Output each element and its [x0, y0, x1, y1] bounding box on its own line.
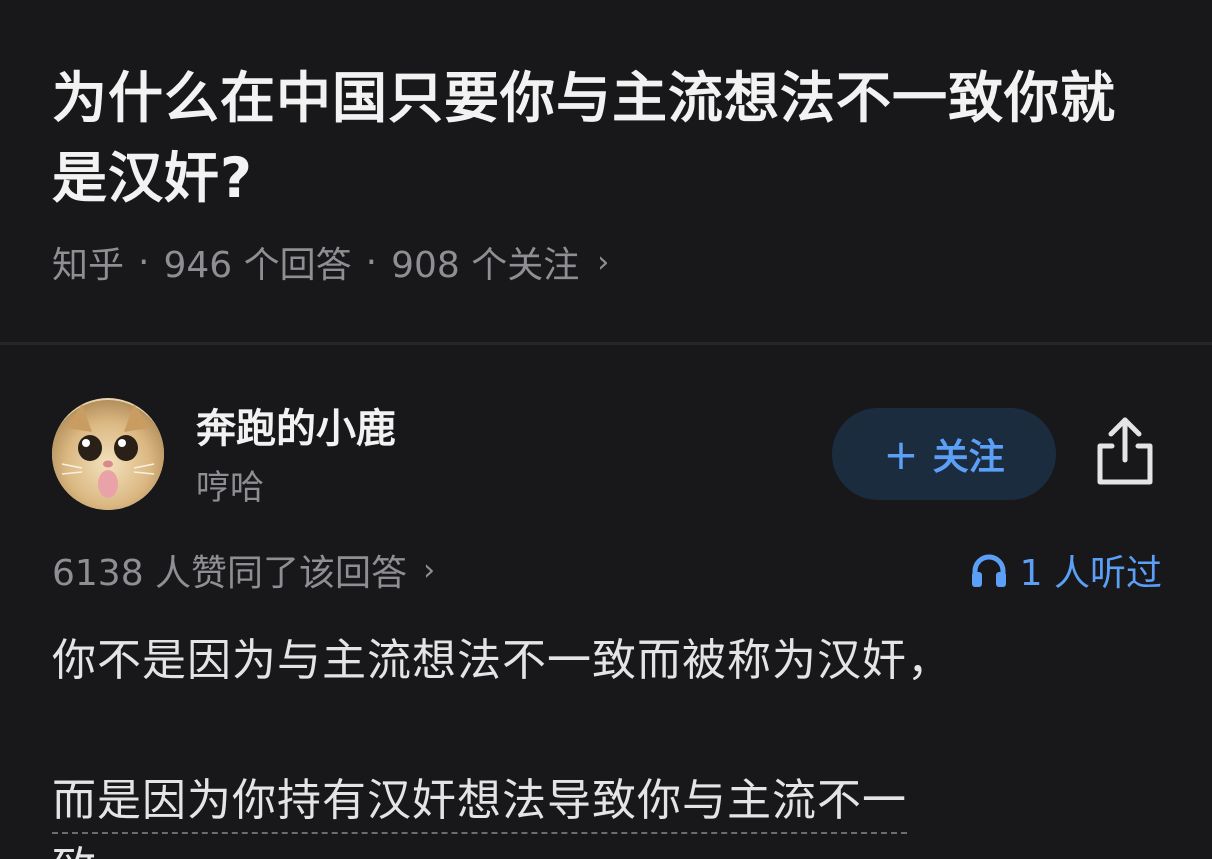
answer-paragraph: 你不是因为与主流想法不一致而被称为汉奸，: [52, 635, 952, 686]
question-title[interactable]: 为什么在中国只要你与主流想法不一致你就是汉奸?: [52, 58, 1152, 218]
question-meta[interactable]: 知乎 · 946 个回答 · 908 个关注 ›: [52, 238, 610, 287]
source-label: 知乎: [52, 245, 125, 286]
follower-count: 908 个关注: [391, 245, 580, 286]
upvote-text: 6138 人赞同了该回答: [52, 553, 408, 594]
section-divider: [0, 342, 1212, 345]
answer-paragraph: 而是因为你持有汉奸想法导致你与主流不一: [52, 764, 907, 834]
chevron-right-icon: ›: [597, 244, 610, 280]
separator-dot: ·: [138, 241, 150, 283]
headphones-icon: [971, 554, 1006, 587]
avatar[interactable]: [52, 398, 164, 510]
separator-dot: ·: [365, 241, 378, 283]
plus-icon: +: [883, 429, 919, 479]
answer-count: 946 个回答: [163, 245, 352, 286]
share-button[interactable]: [1092, 414, 1158, 488]
share-icon: [1097, 417, 1153, 485]
follow-button[interactable]: + 关注: [832, 408, 1056, 500]
listen-text: 1 人听过: [1019, 553, 1162, 594]
cat-avatar-icon: [52, 398, 164, 510]
upvote-count[interactable]: 6138 人赞同了该回答 ›: [52, 544, 435, 596]
author-name[interactable]: 奔跑的小鹿: [196, 396, 396, 454]
follow-label: 关注: [932, 437, 1005, 478]
listen-count[interactable]: 1 人听过: [970, 544, 1162, 596]
author-bio: 哼哈: [196, 468, 264, 508]
question-header: 为什么在中国只要你与主流想法不一致你就是汉奸? 知乎 · 946 个回答 · 9…: [0, 0, 1212, 342]
answer-paragraph: 致。: [52, 832, 142, 859]
chevron-right-icon: ›: [423, 552, 436, 588]
